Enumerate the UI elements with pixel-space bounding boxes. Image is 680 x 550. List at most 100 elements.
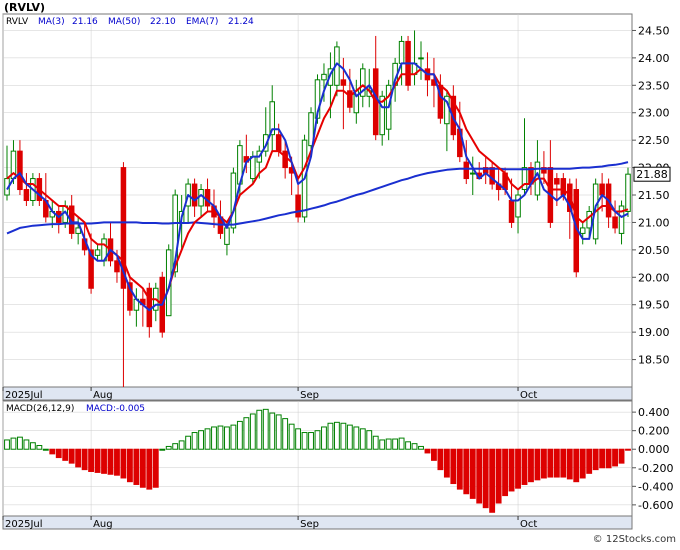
macd-tick-label: -0.200 <box>638 462 673 475</box>
macd-bar <box>146 448 153 490</box>
price-tick-label: 24.50 <box>638 24 670 37</box>
macd-bar <box>411 443 418 450</box>
candle-body <box>554 178 560 185</box>
macd-bar <box>49 448 56 455</box>
macd-bar <box>172 443 179 450</box>
x-label: Aug <box>93 390 113 401</box>
macd-bar <box>165 445 172 450</box>
candle-body <box>191 183 198 207</box>
macd-bar <box>560 448 567 478</box>
macd-bar <box>372 435 379 450</box>
macd-bar <box>599 448 606 469</box>
candle-body <box>224 227 230 245</box>
macd-bar <box>359 428 366 450</box>
candle-body <box>275 134 282 152</box>
macd-bar <box>450 448 457 485</box>
candle-body <box>295 194 301 218</box>
macd-bar <box>618 448 625 464</box>
macd-bar <box>398 437 405 450</box>
macd-bar <box>282 418 289 450</box>
macd-bar <box>236 420 243 450</box>
macd-bar <box>489 448 496 513</box>
macd-tick-label: 0.200 <box>638 425 670 438</box>
candle-body <box>625 173 631 212</box>
macd-bar <box>133 448 140 485</box>
candle-body <box>94 249 101 256</box>
macd-bar <box>269 412 276 450</box>
macd-bar <box>126 448 133 483</box>
macd-bar <box>573 448 580 483</box>
macd-bar <box>553 448 560 478</box>
macd-tick-label: -0.600 <box>638 499 673 512</box>
macd-bar <box>17 436 23 450</box>
macd-bar <box>366 430 373 450</box>
price-tick-label: 22.50 <box>638 134 670 147</box>
price-tick-label: 18.50 <box>638 354 670 367</box>
macd-bar <box>217 425 224 450</box>
candle-body <box>204 189 211 207</box>
candle-body <box>469 172 476 175</box>
candle-body <box>23 189 30 202</box>
legend-ma3-label: MA(3) <box>38 17 65 27</box>
macd-bar <box>23 439 30 450</box>
macd-bar <box>353 426 360 450</box>
macd-bar <box>612 448 618 467</box>
macd-bar <box>198 430 204 450</box>
macd-bar <box>159 448 166 451</box>
macd-bar <box>385 438 392 450</box>
legend-ema7-label: EMA(7) <box>186 17 218 27</box>
macd-bar <box>592 448 599 471</box>
candle-body <box>579 227 586 234</box>
macd-bar <box>36 445 43 450</box>
x-label: Oct <box>520 519 537 530</box>
macd-bar <box>314 430 321 450</box>
macd-bar <box>62 448 69 461</box>
candle-body <box>599 183 605 196</box>
macd-bar <box>295 428 302 450</box>
macd-bar <box>625 448 631 451</box>
candle-body <box>146 287 153 328</box>
macd-bar <box>605 448 612 469</box>
price-tick-label: 19.00 <box>638 326 670 339</box>
macd-bar <box>94 448 101 473</box>
candle-body <box>347 90 353 108</box>
legend-ma50-label: MA(50) <box>108 17 140 27</box>
price-tick-label: 20.00 <box>638 271 670 284</box>
macd-tick-label: -0.400 <box>638 480 673 493</box>
macd-bar <box>540 448 547 479</box>
macd-bar <box>418 445 424 450</box>
price-tick-label: 23.50 <box>638 79 670 92</box>
macd-bar <box>68 448 75 464</box>
macd-bar <box>29 442 36 450</box>
macd-bar <box>340 422 347 450</box>
macd-bar <box>139 448 146 488</box>
macd-bar <box>495 448 502 504</box>
macd-bar <box>75 448 82 468</box>
macd-bar <box>579 448 586 479</box>
candle-body <box>321 73 327 81</box>
x-label: Oct <box>520 390 537 401</box>
chart-svg: 18.5019.0019.5020.0020.5021.0021.5022.00… <box>0 0 680 546</box>
macd-bar <box>424 448 431 454</box>
macd-bar <box>502 448 509 497</box>
candle-body <box>560 178 567 196</box>
candle-body <box>489 167 495 185</box>
macd-bar <box>346 424 353 450</box>
stock-chart: 18.5019.0019.5020.0020.5021.0021.5022.00… <box>0 0 680 546</box>
macd-bar <box>10 437 17 450</box>
price-tick-label: 21.50 <box>638 189 670 202</box>
macd-bar <box>256 409 263 450</box>
candle-body <box>340 79 347 86</box>
macd-bar <box>431 448 437 461</box>
candle-body <box>114 260 120 273</box>
macd-bar <box>42 448 49 451</box>
macd-bar <box>101 448 107 474</box>
macd-bar <box>321 426 327 450</box>
x-label: Sep <box>300 390 319 401</box>
macd-bar <box>275 414 282 450</box>
macd-bar <box>204 428 211 450</box>
macd-bar <box>456 448 463 490</box>
macd-bar <box>482 448 489 509</box>
macd-bar <box>392 438 399 450</box>
macd-bar <box>521 448 528 485</box>
